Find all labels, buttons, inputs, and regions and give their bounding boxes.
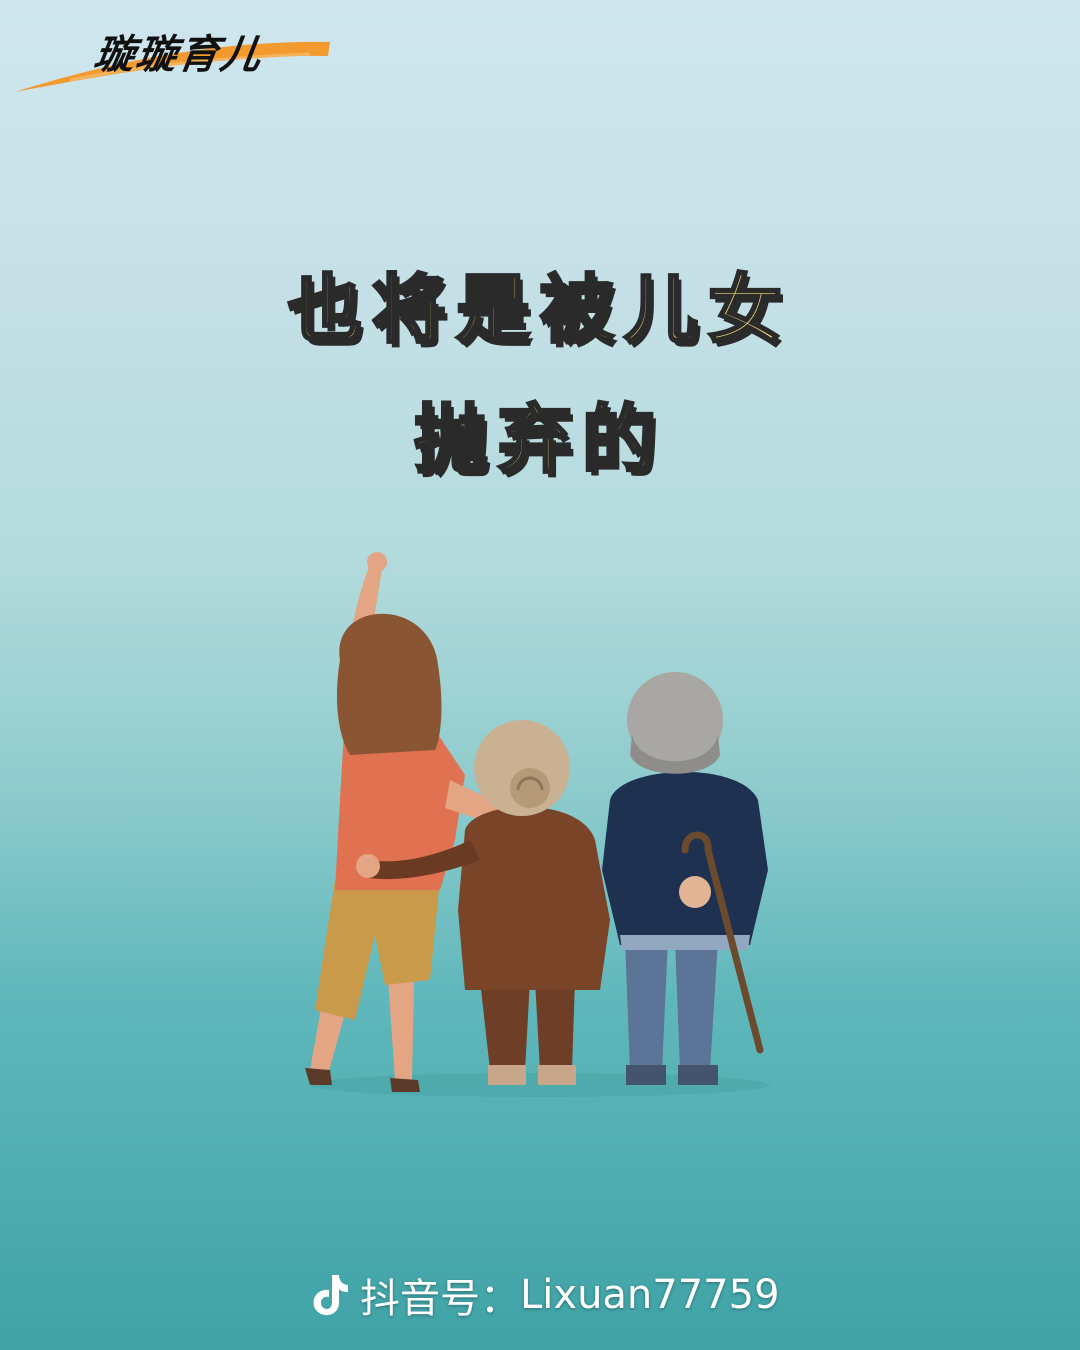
- watermark-handle: Lixuan77759: [520, 1272, 780, 1318]
- douyin-watermark: 抖音号： Lixuan77759: [310, 1265, 780, 1325]
- tiktok-icon: [313, 1275, 348, 1316]
- family-illustration: [305, 552, 770, 1097]
- title-line-1: 也将是被儿女: [287, 266, 792, 355]
- title-line-2: 抛弃的: [413, 396, 666, 485]
- brand-logo: 璇璇育儿: [10, 10, 340, 100]
- father-figure: [602, 672, 768, 1085]
- watermark-label: 抖音号：: [360, 1276, 520, 1322]
- logo-text: 璇璇育儿: [91, 31, 266, 78]
